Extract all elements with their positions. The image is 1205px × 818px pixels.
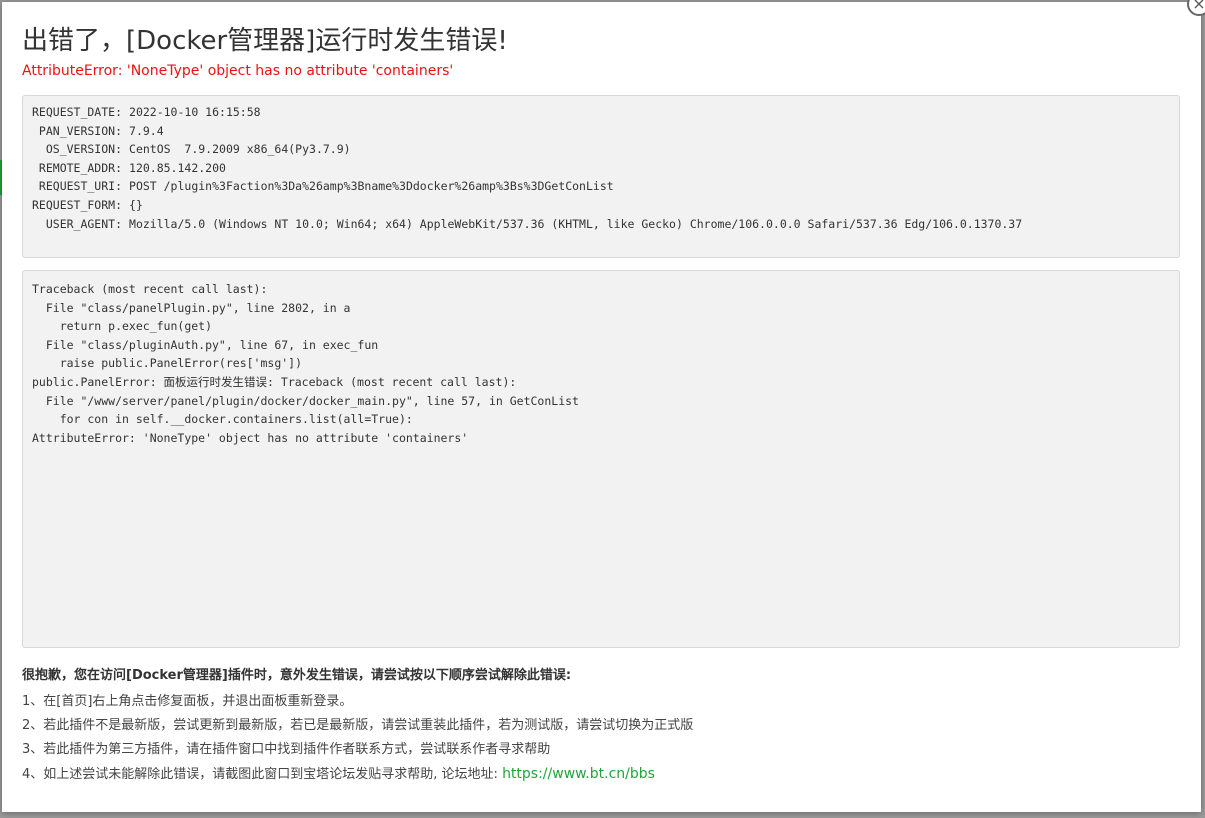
request-info-value: POST /plugin%3Faction%3Da%26amp%3Bname%3… [129,179,614,194]
request-info-key: PAN_VERSION: [38,123,123,138]
request-info-value: 120.85.142.200 [129,160,226,175]
help-item: 3、若此插件为第三方插件，请在插件窗口中找到插件作者联系方式，尝试联系作者寻求帮… [22,742,551,757]
request-info-key: USER_AGENT: [45,216,123,231]
traceback-line: public.PanelError: 面板运行时发生错误: Traceback … [32,374,517,389]
request-info-row: PAN_VERSION: 7.9.4 [32,124,1022,143]
request-info-key: OS_VERSION: [45,142,123,157]
traceback-line: raise public.PanelError(res['msg']) [32,356,303,371]
help-item: 1、在[首页]右上角点击修复面板，并退出面板重新登录。 [22,694,353,709]
error-dialog: × 出错了，[Docker管理器]运行时发生错误! AttributeError… [2,0,1205,812]
dialog-title: 出错了，[Docker管理器]运行时发生错误! [22,26,508,56]
traceback-line: File "class/panelPlugin.py", line 2802, … [32,300,351,315]
request-info-value: 7.9.4 [129,123,164,138]
request-info-table: REQUEST_DATE: 2022-10-10 16:15:58 PAN_VERS… [32,105,1022,235]
traceback-line: Traceback (most recent call last): [32,282,268,296]
forum-link[interactable]: https://www.bt.cn/bbs [502,766,655,782]
traceback-line: File "class/pluginAuth.py", line 67, in … [32,337,379,352]
traceback-line: AttributeError: 'NoneType' object has no… [32,430,469,445]
help-item: 2、若此插件不是最新版，尝试更新到最新版，若已是最新版，请尝试重装此插件，若为测… [22,718,694,733]
request-info-row: OS_VERSION: CentOS 7.9.2009 x86_64(Py3.7.… [32,142,1022,161]
request-info-row: REQUEST_FORM: {} [32,198,1022,217]
help-heading: 很抱歉，您在访问[Docker管理器]插件时，意外发生错误，请尝试按以下顺序尝试… [22,668,572,683]
request-info-row: REQUEST_URI: POST /plugin%3Faction%3Da%26… [32,179,1022,198]
request-info-key: REQUEST_FORM: [32,197,123,212]
request-info-row: REMOTE_ADDR: 120.85.142.200 [32,161,1022,180]
help-section: 很抱歉，您在访问[Docker管理器]插件时，意外发生错误，请尝试按以下顺序尝试… [22,666,693,786]
help-item-text: 4、如上述尝试未能解除此错误，请截图此窗口到宝塔论坛发贴寻求帮助, 论坛地址: [22,767,503,782]
traceback-line: return p.exec_fun(get) [32,319,213,334]
request-info-row: REQUEST_DATE: 2022-10-10 16:15:58 [32,105,1022,124]
request-info-box: REQUEST_DATE: 2022-10-10 16:15:58 PAN_VERS… [22,95,1180,258]
request-info-key: REQUEST_DATE: [32,105,123,119]
close-icon[interactable]: × [1187,0,1205,16]
request-info-value: {} [129,197,143,212]
request-info-key: REQUEST_URI: [38,179,123,194]
request-info-key: REMOTE_ADDR: [38,160,123,175]
request-info-row: USER_AGENT: Mozilla/5.0 (Windows NT 10.0;… [32,217,1022,236]
request-info-value: Mozilla/5.0 (Windows NT 10.0; Win64; x64… [129,216,1023,231]
traceback-lines: Traceback (most recent call last): File … [32,280,579,447]
request-info-value: 2022-10-10 16:15:58 [129,105,261,119]
request-info-value: CentOS 7.9.2009 x86_64(Py3.7.9) [129,142,351,157]
traceback-box: Traceback (most recent call last): File … [22,270,1180,648]
traceback-line: File "/www/server/panel/plugin/docker/do… [32,393,579,408]
help-item: 4、如上述尝试未能解除此错误，请截图此窗口到宝塔论坛发贴寻求帮助, 论坛地址: … [22,762,693,786]
traceback-line: for con in self.__docker.containers.list… [32,412,413,427]
error-message: AttributeError: 'NoneType' object has no… [22,63,454,79]
